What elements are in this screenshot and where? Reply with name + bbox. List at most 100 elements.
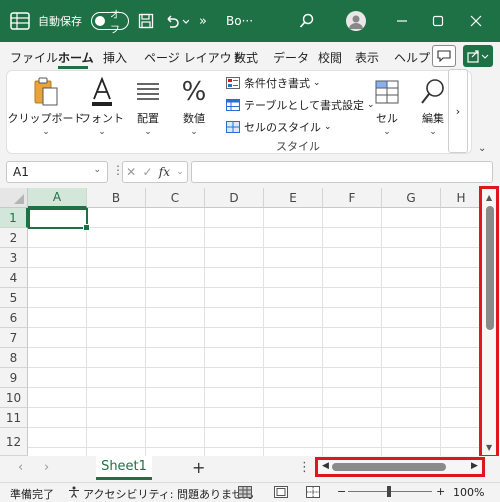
editing-button[interactable]: 編集 ⌄: [416, 76, 450, 137]
avatar[interactable]: [344, 0, 368, 42]
tab-review[interactable]: 校閲: [318, 49, 342, 66]
check-icon[interactable]: ✓: [142, 165, 152, 179]
row-header-10[interactable]: 10: [0, 388, 28, 408]
conditional-formatting-button[interactable]: 条件付き書式 ⌄: [226, 75, 321, 91]
chevron-down-icon[interactable]: ⌄: [478, 143, 486, 154]
column-header-g[interactable]: G: [382, 188, 441, 208]
chevron-down-icon: ⌄: [42, 127, 50, 137]
autosave-toggle[interactable]: オフ: [90, 0, 130, 42]
chevron-down-icon: ⌄: [98, 127, 106, 137]
save-icon[interactable]: [135, 0, 157, 42]
conditional-formatting-icon: [226, 77, 240, 89]
column-header-c[interactable]: C: [146, 188, 205, 208]
style-group-label: スタイル: [276, 140, 320, 153]
zoom-out-button[interactable]: −: [337, 485, 346, 498]
comment-icon[interactable]: [432, 45, 456, 67]
zoom-in-button[interactable]: +: [436, 485, 445, 498]
chevron-down-icon[interactable]: ⌄: [176, 167, 184, 177]
row-header-3[interactable]: 3: [0, 248, 28, 268]
row-header-11[interactable]: 11: [0, 408, 28, 428]
zoom-level[interactable]: 100%: [453, 486, 484, 499]
font-button[interactable]: フォント ⌄: [80, 76, 124, 137]
align-icon: [135, 76, 161, 108]
row-header-9[interactable]: 9: [0, 368, 28, 388]
cancel-icon[interactable]: ✕: [126, 165, 136, 179]
cell-grid[interactable]: [28, 208, 482, 456]
tab-home[interactable]: ホーム: [58, 49, 94, 66]
tab-formulas[interactable]: 数式: [234, 49, 258, 66]
formula-input[interactable]: [191, 161, 493, 183]
page-layout-view-icon[interactable]: [274, 486, 288, 501]
page-break-view-icon[interactable]: [306, 486, 320, 501]
row-header-5[interactable]: 5: [0, 288, 28, 308]
row-header-1[interactable]: 1: [0, 208, 28, 228]
chevron-down-icon: ⌄: [383, 127, 391, 137]
column-header-h[interactable]: H: [441, 188, 482, 208]
chevron-down-icon: ⌄: [429, 127, 437, 137]
font-label: フォント: [80, 112, 124, 125]
row-header-8[interactable]: 8: [0, 348, 28, 368]
maximize-icon[interactable]: [420, 0, 456, 42]
column-header-d[interactable]: D: [205, 188, 264, 208]
cell-styles-button[interactable]: セルのスタイル ⌄: [226, 119, 332, 135]
insert-function-button[interactable]: fx: [159, 165, 170, 179]
column-header-a[interactable]: A: [28, 188, 87, 208]
tab-file[interactable]: ファイル: [10, 49, 58, 66]
number-label: 数値: [183, 112, 205, 125]
autosave-label: 自動保存: [38, 15, 82, 28]
close-icon[interactable]: [456, 0, 496, 42]
next-sheet-button[interactable]: ›: [44, 460, 49, 475]
select-all-corner[interactable]: [0, 188, 28, 208]
row-header-12[interactable]: 12: [0, 428, 28, 456]
cells-button[interactable]: セル ⌄: [370, 76, 404, 137]
clipboard-label: クリップボード: [7, 112, 85, 125]
row-header-4[interactable]: 4: [0, 268, 28, 288]
clipboard-icon: [33, 76, 59, 108]
tab-data[interactable]: データ: [273, 49, 309, 66]
accessibility-status[interactable]: アクセシビリティ: 問題ありません: [83, 486, 254, 502]
name-box[interactable]: A1 ⌄: [6, 161, 108, 183]
cells-label: セル: [376, 112, 398, 125]
tab-help[interactable]: ヘルプ: [394, 49, 430, 66]
sheet-options-icon[interactable]: ⋮: [298, 460, 311, 475]
column-header-b[interactable]: B: [87, 188, 146, 208]
active-cell[interactable]: [28, 208, 90, 231]
document-name[interactable]: Bo···: [226, 0, 266, 42]
alignment-button[interactable]: 配置 ⌄: [130, 76, 166, 137]
row-header-2[interactable]: 2: [0, 228, 28, 248]
undo-icon[interactable]: [160, 0, 192, 42]
clipboard-button[interactable]: クリップボード ⌄: [8, 76, 85, 137]
search-icon[interactable]: [296, 0, 318, 42]
ribbon-more-button[interactable]: ›: [448, 69, 468, 153]
tab-insert[interactable]: 挿入: [103, 49, 127, 66]
quick-access-more-button[interactable]: »: [194, 0, 212, 42]
horizontal-scrollbar-highlight: [315, 457, 485, 477]
zoom-slider-thumb[interactable]: [387, 486, 391, 497]
chevron-down-icon: ⌄: [93, 165, 101, 175]
tab-page-layout[interactable]: ページ レイアウト: [144, 49, 244, 66]
chevron-down-icon: ⌄: [190, 127, 198, 137]
vertical-scrollbar-highlight: [479, 186, 499, 458]
chevron-down-icon: ⌄: [144, 127, 152, 137]
cells-icon: [374, 76, 400, 108]
row-header-6[interactable]: 6: [0, 308, 28, 328]
column-header-f[interactable]: F: [323, 188, 382, 208]
autosave-toggle-label: オフ: [110, 10, 120, 36]
format-as-table-button[interactable]: テーブルとして書式設定 ⌄: [226, 97, 375, 113]
tab-view[interactable]: 表示: [355, 49, 379, 66]
number-button[interactable]: % 数値 ⌄: [176, 76, 212, 137]
font-color-icon: [89, 76, 115, 108]
row-header-7[interactable]: 7: [0, 328, 28, 348]
excel-logo-icon: [8, 0, 32, 42]
sheet-tab-sheet1[interactable]: Sheet1: [96, 456, 152, 480]
add-sheet-button[interactable]: +: [192, 458, 205, 477]
column-header-e[interactable]: E: [264, 188, 323, 208]
previous-sheet-button[interactable]: ‹: [18, 460, 23, 475]
minimize-icon[interactable]: [384, 0, 420, 42]
name-box-value: A1: [13, 165, 29, 179]
share-button[interactable]: [463, 45, 493, 67]
status-ready: 準備完了: [10, 488, 54, 501]
normal-view-icon[interactable]: [238, 486, 252, 501]
accessibility-icon[interactable]: [68, 486, 80, 501]
chevron-down-icon: ⌄: [313, 78, 321, 88]
